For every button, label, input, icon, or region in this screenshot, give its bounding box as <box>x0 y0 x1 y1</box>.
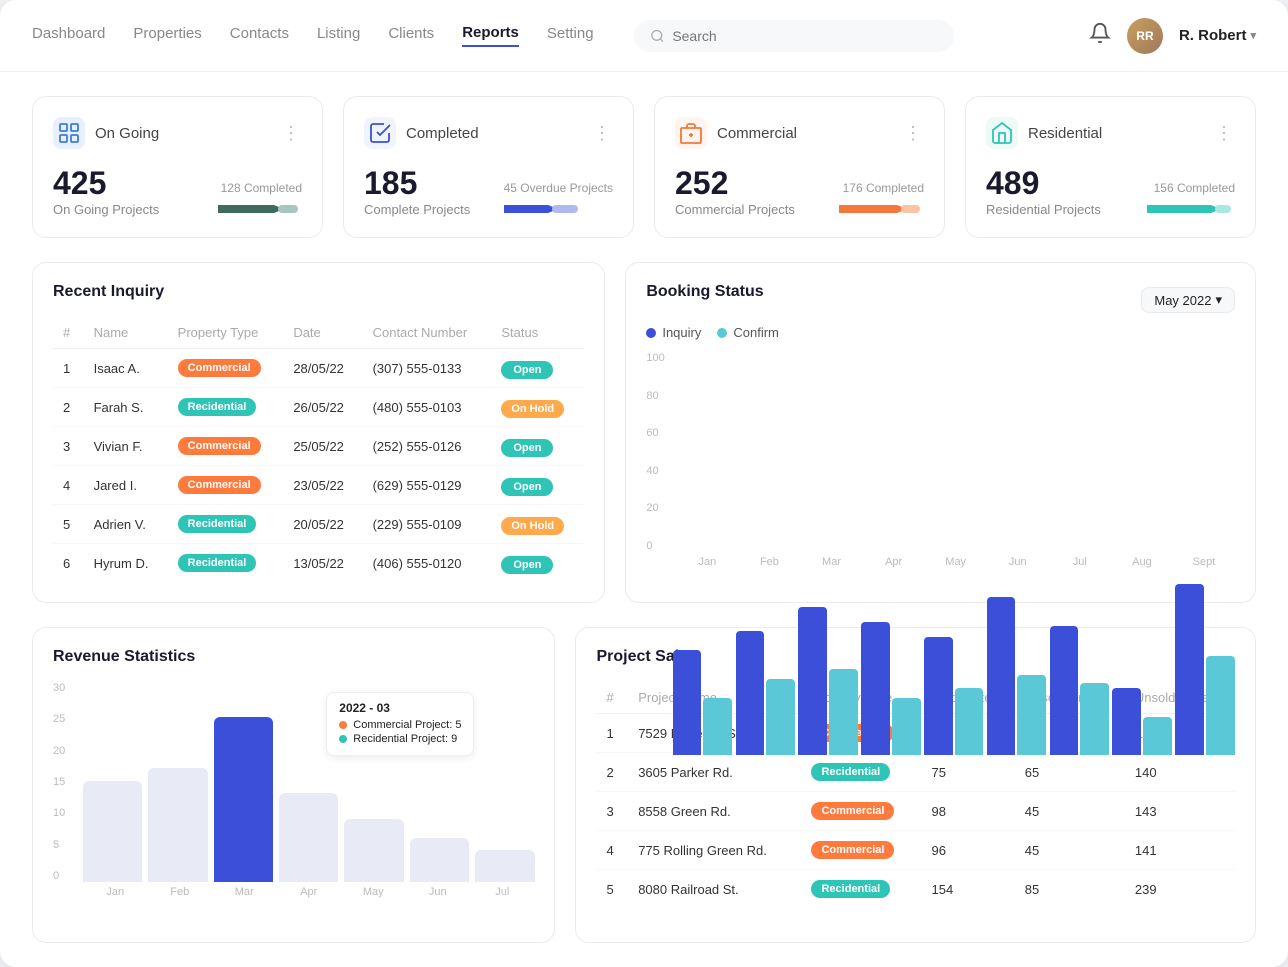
nav-right: RR R. Robert ▾ <box>1089 18 1256 54</box>
stat-icon-commercial <box>675 117 707 149</box>
booking-bar-group-5 <box>987 597 1047 755</box>
booking-bar-group-0 <box>673 650 733 755</box>
month-selector[interactable]: May 2022 ▾ <box>1141 287 1235 313</box>
revenue-bar-4 <box>344 819 403 882</box>
table-row: 5 Adrien V. Recidential 20/05/22 (229) 5… <box>53 505 584 544</box>
progress-bar-commercial <box>839 201 924 217</box>
booking-bar-group-7 <box>1112 688 1172 755</box>
dropdown-chevron: ▾ <box>1215 292 1222 308</box>
progress-bar-completed <box>504 201 613 217</box>
nav-item-contacts[interactable]: Contacts <box>230 25 289 46</box>
revenue-bar-2 <box>214 717 273 882</box>
revenue-bar-0 <box>83 781 142 882</box>
booking-bar-group-1 <box>736 631 796 755</box>
booking-bar-group-8 <box>1175 584 1235 755</box>
stat-title-residential: Residential <box>986 117 1102 149</box>
progress-bar-residential <box>1147 201 1235 217</box>
search-input[interactable] <box>672 28 937 44</box>
booking-status-card: Booking Status May 2022 ▾ InquiryConfirm… <box>625 262 1256 603</box>
more-options-residential[interactable]: ⋮ <box>1215 123 1235 144</box>
stat-cards: On Going ⋮ 425 On Going Projects 128 Com… <box>32 96 1256 238</box>
sales-table-row: 4 775 Rolling Green Rd. Commercial 96 45… <box>596 831 1235 870</box>
more-options-completed[interactable]: ⋮ <box>593 123 613 144</box>
nav-item-clients[interactable]: Clients <box>388 25 434 46</box>
more-options-ongoing[interactable]: ⋮ <box>282 123 302 144</box>
search-icon <box>650 28 665 44</box>
top-navigation: Dashboard Properties Contacts Listing Client… <box>0 0 1288 72</box>
stat-card-completed: Completed ⋮ 185 Complete Projects 45 Ove… <box>343 96 634 238</box>
user-menu[interactable]: R. Robert ▾ <box>1179 27 1256 44</box>
nav-item-dashboard[interactable]: Dashboard <box>32 25 105 46</box>
revenue-tooltip: 2022 - 03Commercial Project: 5Recidentia… <box>326 692 474 756</box>
stat-icon-completed <box>364 117 396 149</box>
nav-item-setting[interactable]: Setting <box>547 25 594 46</box>
progress-bar-ongoing <box>218 201 302 217</box>
revenue-bar-5 <box>410 838 469 882</box>
stat-card-residential: Residential ⋮ 489 Residential Projects 1… <box>965 96 1256 238</box>
notification-bell[interactable] <box>1089 22 1111 50</box>
revenue-title: Revenue Statistics <box>53 648 534 666</box>
sales-table-row: 3 8558 Green Rd. Commercial 98 45 143 <box>596 792 1235 831</box>
revenue-bar-1 <box>148 768 207 882</box>
legend-dot <box>646 328 656 338</box>
search-bar[interactable] <box>634 20 954 52</box>
booking-bar-group-4 <box>924 637 984 755</box>
more-options-commercial[interactable]: ⋮ <box>904 123 924 144</box>
stat-number-ongoing: 425 <box>53 165 159 202</box>
booking-bar-group-2 <box>798 607 858 755</box>
inquiry-table: #NameProperty TypeDateContact NumberStat… <box>53 317 584 582</box>
stat-title-commercial: Commercial <box>675 117 797 149</box>
table-row: 3 Vivian F. Commercial 25/05/22 (252) 55… <box>53 427 584 466</box>
y-axis: 020406080100 <box>646 352 672 552</box>
revenue-chart-area: 2022 - 03Commercial Project: 5Recidentia… <box>53 682 534 922</box>
stat-number-residential: 489 <box>986 165 1101 202</box>
stat-card-ongoing: On Going ⋮ 425 On Going Projects 128 Com… <box>32 96 323 238</box>
booking-status-title: Booking Status <box>646 283 763 301</box>
stat-number-commercial: 252 <box>675 165 795 202</box>
chevron-down-icon: ▾ <box>1250 29 1256 42</box>
stat-number-completed: 185 <box>364 165 470 202</box>
stat-title-completed: Completed <box>364 117 479 149</box>
stat-card-commercial: Commercial ⋮ 252 Commercial Projects 176… <box>654 96 945 238</box>
booking-bar-group-3 <box>861 622 921 755</box>
nav-item-listing[interactable]: Listing <box>317 25 360 46</box>
revenue-bar-3 <box>279 793 338 882</box>
recent-inquiry-card: Recent Inquiry #NameProperty TypeDateCon… <box>32 262 605 603</box>
legend-dot <box>717 328 727 338</box>
stat-title-ongoing: On Going <box>53 117 159 149</box>
sales-table-row: 5 8080 Railroad St. Recidential 154 85 2… <box>596 870 1235 909</box>
recent-inquiry-title: Recent Inquiry <box>53 283 584 301</box>
booking-bar-group-6 <box>1050 626 1110 755</box>
sales-table-row: 2 3605 Parker Rd. Recidential 75 65 140 <box>596 753 1235 792</box>
table-row: 6 Hyrum D. Recidential 13/05/22 (406) 55… <box>53 544 584 583</box>
revenue-bar-6 <box>475 850 534 882</box>
stat-icon-residential <box>986 117 1018 149</box>
table-row: 2 Farah S. Recidential 26/05/22 (480) 55… <box>53 388 584 427</box>
table-row: 1 Isaac A. Commercial 28/05/22 (307) 555… <box>53 349 584 388</box>
nav-item-reports[interactable]: Reports <box>462 24 519 47</box>
stat-icon-ongoing <box>53 117 85 149</box>
revenue-statistics-card: Revenue Statistics 2022 - 03Commercial P… <box>32 627 555 943</box>
avatar: RR <box>1127 18 1163 54</box>
booking-legend: InquiryConfirm <box>646 325 1235 340</box>
booking-chart-area <box>673 352 1235 552</box>
nav-item-properties[interactable]: Properties <box>133 25 201 46</box>
table-row: 4 Jared I. Commercial 23/05/22 (629) 555… <box>53 466 584 505</box>
